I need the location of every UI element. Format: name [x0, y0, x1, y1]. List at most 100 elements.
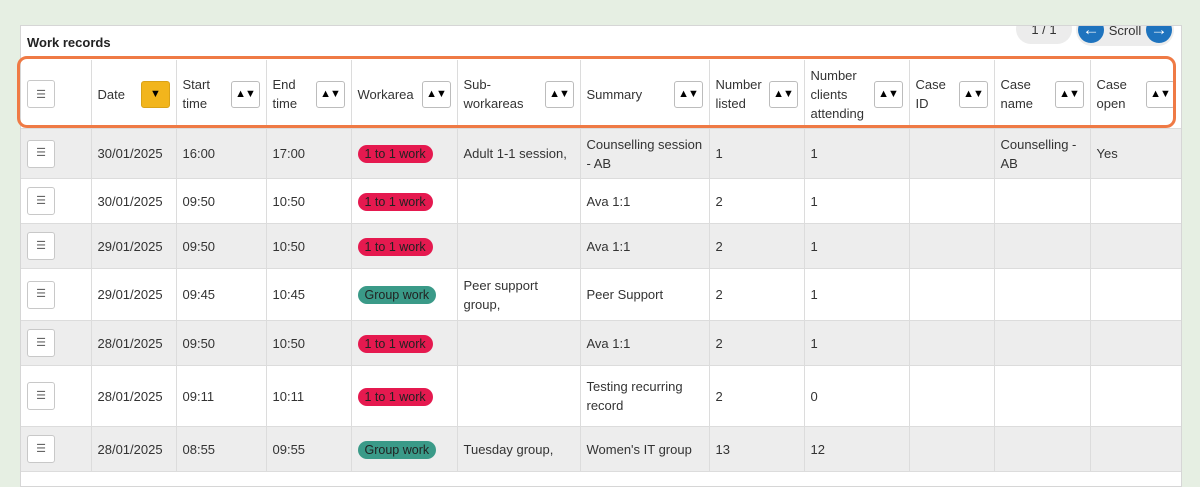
work-records-table: ☰ Date ▼ Start time ▲▼ End time ▲▼ Workarea ▲▼ Su…: [21, 60, 1181, 472]
cell-date: 29/01/2025: [91, 223, 177, 269]
cell-listed: 1: [709, 128, 805, 179]
cell-listed: 13: [709, 426, 805, 472]
start-value: 09:50: [182, 238, 216, 254]
cell-summary: Peer Support: [580, 268, 710, 321]
cell-workarea: 1 to 1 work: [351, 223, 458, 269]
cell-summary: Testing recurring record: [580, 365, 710, 427]
end-value: 10:50: [272, 193, 306, 209]
cell-casename: Counselling - AB: [994, 128, 1091, 179]
sort-arrows-icon[interactable]: ▲▼: [315, 80, 345, 108]
row-menu-icon[interactable]: ☰: [27, 232, 55, 260]
table-row[interactable]: ☰ 30/01/2025 16:00 17:00 1 to 1 work Adult 1-…: [21, 128, 1181, 179]
column-header-attending: Number clients attending ▲▼: [804, 60, 910, 129]
column-header-menu: ☰: [21, 60, 92, 129]
listed-value: 2: [715, 388, 723, 404]
cell-caseid: [909, 178, 995, 224]
listed-value: 2: [715, 193, 723, 209]
cell-attending: 1: [804, 128, 910, 179]
row-menu-icon[interactable]: ☰: [27, 280, 55, 309]
column-header-summary: Summary ▲▼: [580, 60, 710, 129]
row-menu-icon[interactable]: ☰: [27, 382, 55, 410]
table-row[interactable]: ☰ 28/01/2025 09:11 10:11 1 to 1 work Testing …: [21, 365, 1181, 427]
table-row[interactable]: ☰ 29/01/2025 09:45 10:45 Group work Peer supp…: [21, 268, 1181, 321]
cell-start: 09:11: [176, 365, 267, 427]
cell-menu: ☰: [21, 365, 92, 427]
cell-caseopen: [1090, 223, 1181, 269]
listed-value: 1: [715, 146, 723, 161]
column-header-listed: Number listed ▲▼: [709, 60, 805, 129]
sub-value: Adult 1-1 session,: [463, 146, 567, 161]
cell-attending: 1: [804, 223, 910, 269]
cell-casename: [994, 320, 1091, 366]
summary-value: Counselling session - AB: [586, 136, 703, 171]
cell-date: 30/01/2025: [91, 128, 177, 179]
cell-sub: Tuesday group,: [457, 426, 581, 472]
listed-value: 13: [715, 441, 730, 457]
end-value: 09:55: [272, 441, 306, 457]
cell-summary: Counselling session - AB: [580, 128, 710, 179]
sort-arrows-icon[interactable]: ▲▼: [421, 80, 451, 108]
sort-arrows-icon[interactable]: ▲▼: [873, 80, 903, 108]
table-header-row: ☰ Date ▼ Start time ▲▼ End time ▲▼ Workarea ▲▼ Su…: [21, 60, 1181, 129]
start-value: 08:55: [182, 441, 216, 457]
table-row[interactable]: ☰ 29/01/2025 09:50 10:50 1 to 1 work Ava 1:1 2…: [21, 223, 1181, 269]
attending-value: 0: [810, 388, 818, 404]
table-row[interactable]: ☰ 28/01/2025 08:55 09:55 Group work Tuesday g…: [21, 426, 1181, 472]
scroll-label: Scroll: [1108, 25, 1142, 38]
cell-summary: Ava 1:1: [580, 320, 710, 366]
sub-value: Peer support group,: [463, 277, 538, 312]
listed-value: 2: [715, 287, 723, 302]
date-value: 28/01/2025: [97, 388, 163, 404]
table-row[interactable]: ☰ 30/01/2025 09:50 10:50 1 to 1 work Ava 1:1 2…: [21, 178, 1181, 224]
row-menu-icon[interactable]: ☰: [27, 435, 55, 463]
attending-value: 1: [810, 335, 818, 351]
cell-workarea: Group work: [351, 268, 458, 321]
sort-arrows-icon[interactable]: ▲▼: [673, 80, 703, 108]
row-menu-icon[interactable]: ☰: [27, 139, 55, 168]
column-header-start: Start time ▲▼: [176, 60, 267, 129]
cell-workarea: 1 to 1 work: [351, 365, 458, 427]
start-value: 09:11: [182, 388, 215, 404]
sort-arrows-icon[interactable]: ▲▼: [230, 80, 260, 108]
row-menu-icon[interactable]: ☰: [27, 329, 55, 357]
sort-arrows-icon[interactable]: ▲▼: [958, 80, 988, 108]
cell-sub: [457, 178, 581, 224]
row-menu-icon[interactable]: ☰: [27, 187, 55, 215]
cell-menu: ☰: [21, 268, 92, 321]
header-menu-icon[interactable]: ☰: [27, 80, 55, 108]
cell-menu: ☰: [21, 128, 92, 179]
summary-value: Ava 1:1: [586, 335, 631, 351]
cell-caseid: [909, 426, 995, 472]
cell-casename: [994, 365, 1091, 427]
scroll-right-icon[interactable]: →: [1145, 26, 1172, 43]
sort-arrows-icon[interactable]: ▲▼: [768, 80, 798, 108]
start-value: 09:50: [182, 193, 216, 209]
sort-arrows-icon[interactable]: ▲▼: [1054, 80, 1084, 108]
table-row[interactable]: ☰ 28/01/2025 09:50 10:50 1 to 1 work Ava 1:1 2…: [21, 320, 1181, 366]
workarea-badge: 1 to 1 work: [357, 237, 433, 256]
date-value: 29/01/2025: [97, 238, 163, 254]
scroll-control: ← Scroll →: [1076, 25, 1174, 46]
scroll-left-icon[interactable]: ←: [1078, 26, 1104, 43]
date-value: 30/01/2025: [97, 193, 163, 209]
cell-end: 10:50: [266, 223, 352, 269]
caseopen-value: Yes: [1096, 146, 1118, 161]
sort-arrows-icon[interactable]: ▲▼: [1145, 80, 1175, 108]
column-header-caseopen: Case open ▲▼: [1090, 60, 1181, 129]
cell-caseopen: [1090, 178, 1181, 224]
summary-value: Women's IT group: [586, 441, 692, 457]
sort-down-icon[interactable]: ▼: [140, 80, 170, 108]
column-label: Sub-workareas: [463, 77, 524, 111]
summary-value: Peer Support: [586, 287, 664, 302]
cell-menu: ☰: [21, 223, 92, 269]
attending-value: 1: [810, 146, 818, 161]
cell-date: 28/01/2025: [91, 426, 177, 472]
cell-workarea: Group work: [351, 426, 458, 472]
column-label: Number listed: [715, 77, 762, 111]
start-value: 09:50: [182, 335, 216, 351]
sort-arrows-icon[interactable]: ▲▼: [544, 80, 574, 108]
workarea-badge: Group work: [357, 286, 437, 304]
cell-workarea: 1 to 1 work: [351, 320, 458, 366]
cell-attending: 0: [804, 365, 910, 427]
column-header-date: Date ▼: [91, 60, 177, 129]
